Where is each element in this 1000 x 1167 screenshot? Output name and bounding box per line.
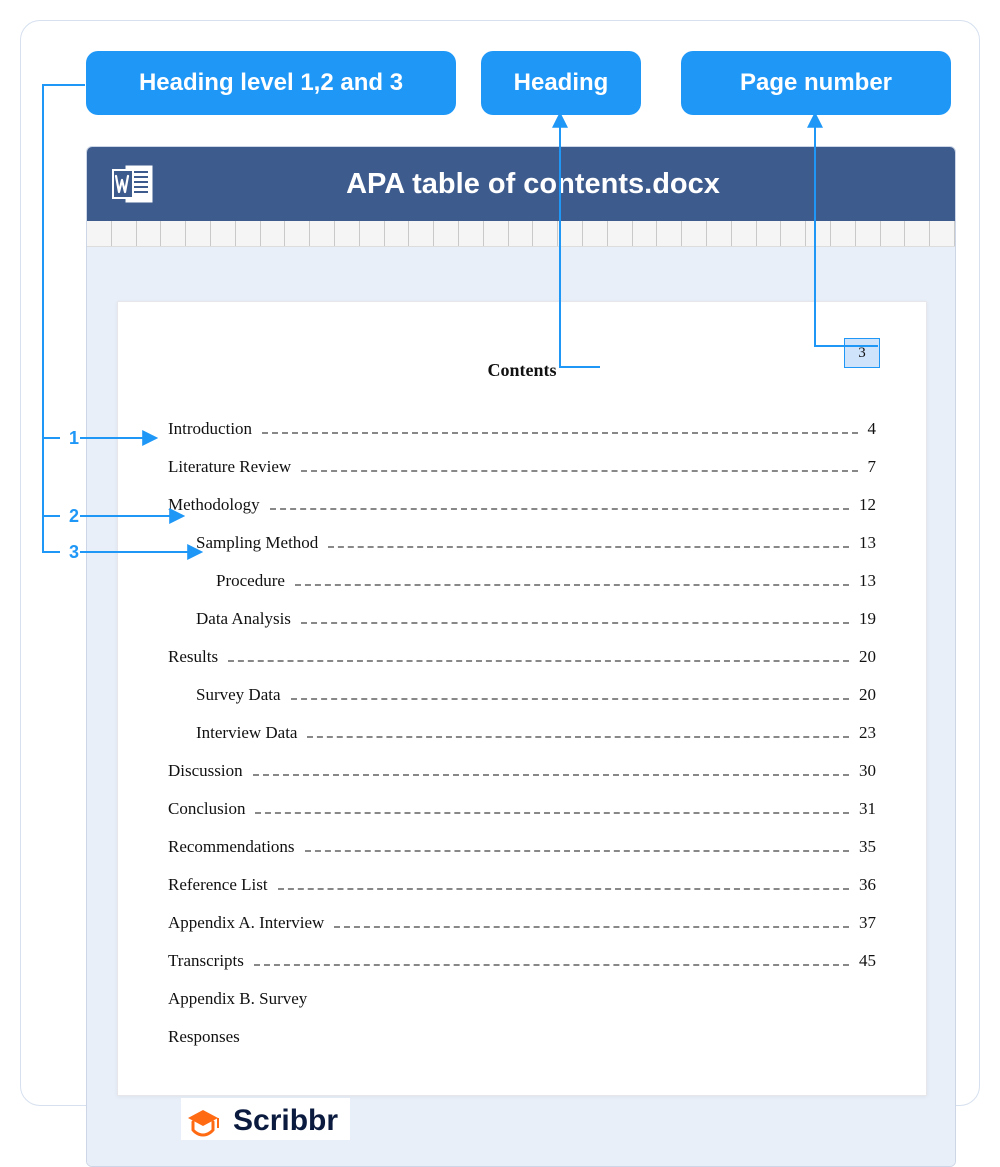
toc-leader-dots [301,622,849,624]
callout-page-number: Page number [681,51,951,115]
document-canvas: 3 Contents Introduction 4 Literature Revie… [87,247,955,1166]
brand-name: Scribbr [233,1104,338,1138]
toc-leader-dots [228,660,849,662]
toc-row: Interview Data 23 [168,723,876,743]
document-filename: APA table of contents.docx [185,168,881,201]
toc-leader-dots [307,736,849,738]
diagram-frame: Heading level 1,2 and 3 Heading Page num… [20,20,980,1106]
toc-leader-dots [328,546,849,548]
toc-entry-label: Appendix A. Interview [168,913,324,933]
word-app-icon [111,162,155,206]
toc-entry-page: 23 [859,723,876,743]
toc-entry-label: Introduction [168,419,252,439]
toc-entry-label: Sampling Method [196,533,318,553]
toc-entry-label: Results [168,647,218,667]
toc-row: Responses [168,1027,876,1047]
toc-entry-label: Survey Data [196,685,281,705]
toc-entry-label: Responses [168,1027,240,1047]
toc-row: Sampling Method 13 [168,533,876,553]
toc-entry-label: Reference List [168,875,268,895]
toc-entry-label: Appendix B. Survey [168,989,307,1009]
toc-row: Reference List 36 [168,875,876,895]
toc-row: Appendix A. Interview 37 [168,913,876,933]
toc-entry-label: Discussion [168,761,243,781]
toc-leader-dots [295,584,849,586]
toc-row: Conclusion 31 [168,799,876,819]
toc-entry-page: 12 [859,495,876,515]
toc-entry-page: 19 [859,609,876,629]
toc-entry-page: 13 [859,533,876,553]
toc-entry-page: 4 [868,419,877,439]
toc-leader-dots [305,850,849,852]
toc-row: Introduction 4 [168,419,876,439]
level-marker-1: 1 [69,428,79,449]
toc-entry-page: 20 [859,647,876,667]
toc-leader-dots [270,508,849,510]
toc-entry-label: Methodology [168,495,260,515]
toc-row: Transcripts 45 [168,951,876,971]
document-page: 3 Contents Introduction 4 Literature Revie… [117,301,927,1096]
toc-entry-label: Literature Review [168,457,291,477]
toc-row: Discussion 30 [168,761,876,781]
toc-row: Data Analysis 19 [168,609,876,629]
toc-leader-dots [301,470,857,472]
toc-leader-dots [262,432,857,434]
toc-entry-label: Recommendations [168,837,295,857]
toc-entry-page: 31 [859,799,876,819]
callout-heading: Heading [481,51,641,115]
toc-leader-dots [334,926,849,928]
toc-row: Survey Data 20 [168,685,876,705]
toc-entry-page: 13 [859,571,876,591]
document-ruler [87,221,955,247]
toc-row: Literature Review 7 [168,457,876,477]
toc-row: Recommendations 35 [168,837,876,857]
toc-entry-page: 35 [859,837,876,857]
page-number-value: 3 [858,345,866,362]
toc-leader-dots [254,964,849,966]
toc-entry-page: 37 [859,913,876,933]
toc-entry-label: Interview Data [196,723,297,743]
toc-leader-dots [253,774,849,776]
toc-row: Results 20 [168,647,876,667]
document-window: APA table of contents.docx 3 Contents In… [86,146,956,1167]
level-marker-2: 2 [69,506,79,527]
toc-title: Contents [168,360,876,381]
toc-entry-label: Procedure [216,571,285,591]
toc-body: Introduction 4 Literature Review 7 Methodolo… [168,419,876,1047]
toc-entry-label: Conclusion [168,799,245,819]
level-marker-3: 3 [69,542,79,563]
toc-row: Appendix B. Survey [168,989,876,1009]
page-number-box: 3 [844,338,880,368]
toc-entry-page: 20 [859,685,876,705]
graduation-cap-icon [183,1104,223,1138]
toc-entry-label: Data Analysis [196,609,291,629]
toc-entry-page: 7 [868,457,877,477]
toc-leader-dots [278,888,849,890]
toc-leader-dots [255,812,849,814]
toc-row: Procedure 13 [168,571,876,591]
toc-entry-page: 45 [859,951,876,971]
toc-leader-dots [291,698,849,700]
toc-row: Methodology 12 [168,495,876,515]
callout-heading-levels: Heading level 1,2 and 3 [86,51,456,115]
toc-entry-page: 36 [859,875,876,895]
toc-entry-label: Transcripts [168,951,244,971]
brand-logo: Scribbr [181,1098,350,1140]
toc-entry-page: 30 [859,761,876,781]
document-titlebar: APA table of contents.docx [87,147,955,221]
